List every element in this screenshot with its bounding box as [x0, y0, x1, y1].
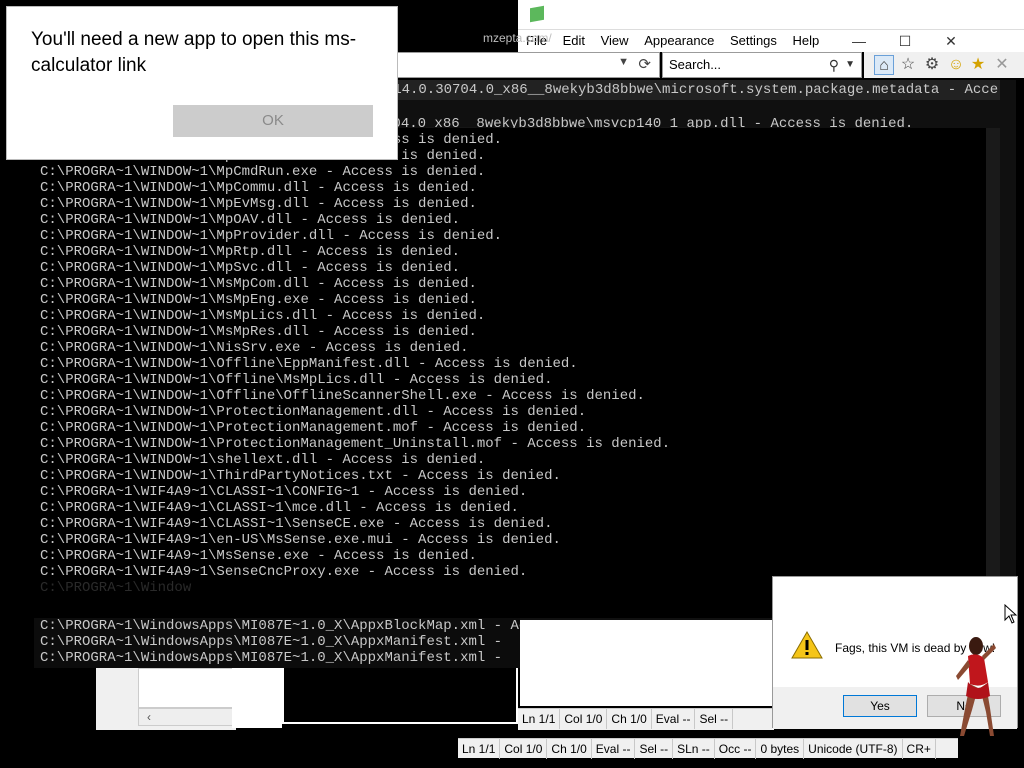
search-input[interactable]: Search... ⚲ ▼: [662, 52, 862, 78]
dialog-message: You'll need a new app to open this ms-ca…: [31, 29, 357, 76]
console-output: C:\PROGRA~1\WINDOW~1\MpAzSubmit.dll - Ac…: [40, 132, 1000, 596]
dancing-figure-image: [956, 637, 996, 736]
console-line: C:\PROGRA~1\WINDOW~1\MsMpEng.exe - Acces…: [40, 292, 477, 308]
secondary-console-output: C:\PROGRA~1\WindowsApps\MI087E~1.0_X\App…: [34, 618, 520, 666]
console-line: C:\PROGRA~1\WINDOW~1\Offline\OfflineScan…: [40, 388, 645, 404]
console-line: C:\PROGRA~1\WINDOW~1\MsMpCom.dll - Acces…: [40, 276, 477, 292]
status-occ: Occ --: [715, 739, 757, 759]
status-sln: SLn --: [673, 739, 715, 759]
status-eol: CR+: [903, 739, 936, 759]
menu-settings[interactable]: Settings: [730, 30, 777, 52]
console-line: C:\PROGRA~1\WINDOW~1\MpCmdRun.exe - Acce…: [40, 164, 486, 180]
minimize-button[interactable]: —: [836, 30, 882, 52]
console-line: C:\PROGRA~1\WIF4A9~1\CLASSI~1\SenseCE.ex…: [40, 516, 553, 532]
console-line: C:\PROGRA~1\WIF4A9~1\CLASSI~1\CONFIG~1 -…: [40, 484, 528, 500]
console-scrollbar[interactable]: [986, 128, 1000, 618]
warning-icon: [791, 631, 823, 659]
console-line: C:\PROGRA~1\WINDOW~1\MpProvider.dll - Ac…: [40, 228, 503, 244]
maximize-button[interactable]: ☐: [882, 30, 928, 52]
secondary-console[interactable]: C:\PROGRA~1\WindowsApps\MI087E~1.0_X\App…: [34, 618, 520, 668]
status-line: Ln 1/1: [518, 709, 561, 729]
smiley-icon[interactable]: ☺: [946, 55, 966, 75]
close-button[interactable]: ✕: [928, 30, 974, 52]
secondary-console-line: C:\PROGRA~1\WindowsApps\MI087E~1.0_X\App…: [40, 634, 503, 650]
browser-toolbar: ⌂ ☆ ⚙ ☺ ★ ✕: [864, 52, 1024, 78]
status-encoding: Unicode (UTF-8): [804, 739, 903, 759]
console-line: C:\PROGRA~1\WINDOW~1\Offline\EppManifest…: [40, 356, 578, 372]
editor-content-area: [520, 620, 774, 706]
mouse-cursor-icon: [1004, 604, 1018, 624]
search-icon[interactable]: ⚲: [829, 53, 839, 77]
console-line: C:\PROGRA~1\WINDOW~1\MpOAV.dll - Access …: [40, 212, 461, 228]
menu-help[interactable]: Help: [793, 30, 820, 52]
console-line: C:\PROGRA~1\WINDOW~1\ProtectionManagemen…: [40, 404, 587, 420]
star-icon[interactable]: ★: [968, 55, 988, 75]
menu-view[interactable]: View: [601, 30, 629, 52]
console-line: C:\PROGRA~1\WIF4A9~1\MsSense.exe - Acces…: [40, 548, 477, 564]
console-line: C:\PROGRA~1\WINDOW~1\MpRtp.dll - Access …: [40, 244, 461, 260]
favorites-star-icon[interactable]: ☆: [898, 55, 918, 75]
dropdown-arrow-icon[interactable]: ▼: [618, 56, 629, 68]
editor-status-bar: Ln 1/1 Col 1/0 Ch 1/0 Eval -- Sel --: [518, 708, 774, 730]
address-bar[interactable]: mzepta.com/ ▼ ⟳: [396, 31, 660, 78]
gear-icon[interactable]: ⚙: [922, 55, 942, 75]
console-window[interactable]: C:\PROGRA~1\WINDOW~1\MpAzSubmit.dll - Ac…: [34, 128, 1000, 618]
status-bar: Ln 1/1 Col 1/0 Ch 1/0 Eval -- Sel -- SLn -- Oc…: [458, 738, 958, 759]
menu-edit[interactable]: Edit: [563, 30, 585, 52]
app-icon: [530, 5, 544, 23]
console-line: C:\PROGRA~1\WINDOW~1\Offline\MsMpLics.dl…: [40, 372, 553, 388]
status-eval: Eval --: [592, 739, 636, 759]
status-eval: Eval --: [652, 709, 696, 729]
small-window[interactable]: ‹: [96, 668, 236, 730]
message-box-titlebar[interactable]: [773, 577, 1017, 619]
console-line: C:\PROGRA~1\WIF4A9~1\CLASSI~1\mce.dll - …: [40, 500, 519, 516]
scroll-left-button[interactable]: ‹: [138, 708, 234, 726]
black-panel: [282, 668, 518, 724]
status-bytes: 0 bytes: [756, 739, 805, 759]
console-line: C:\PROGRA~1\WINDOW~1\MsMpRes.dll - Acces…: [40, 324, 477, 340]
search-dropdown-icon[interactable]: ▼: [845, 53, 855, 77]
editor-titlebar[interactable]: [518, 0, 1024, 30]
ok-button[interactable]: OK: [173, 105, 373, 137]
console-line: C:\PROGRA~1\WINDOW~1\NisSrv.exe - Access…: [40, 340, 469, 356]
console-line: C:\PROGRA~1\WINDOW~1\ProtectionManagemen…: [40, 436, 671, 452]
secondary-console-line: C:\PROGRA~1\WindowsApps\MI087E~1.0_X\App…: [40, 650, 503, 666]
console-line: C:\PROGRA~1\WINDOW~1\ThirdPartyNotices.t…: [40, 468, 561, 484]
close-tab-icon[interactable]: ✕: [992, 55, 1012, 75]
console-line: C:\PROGRA~1\WINDOW~1\shellext.dll - Acce…: [40, 452, 486, 468]
status-sel: Sel --: [635, 739, 674, 759]
console-line: C:\PROGRA~1\WINDOW~1\MpCommu.dll - Acces…: [40, 180, 477, 196]
console-line: C:\PROGRA~1\WINDOW~1\MsMpLics.dll - Acce…: [40, 308, 486, 324]
console-line: C:\PROGRA~1\WINDOW~1\ProtectionManagemen…: [40, 420, 587, 436]
console-line: C:\PROGRA~1\WIF4A9~1\en-US\MsSense.exe.m…: [40, 532, 561, 548]
status-sel: Sel --: [695, 709, 734, 729]
small-window-content: [138, 668, 234, 708]
status-col: Col 1/0: [560, 709, 608, 729]
console-line: C:\PROGRA~1\WINDOW~1\MpSvc.dll - Access …: [40, 260, 461, 276]
menu-appearance[interactable]: Appearance: [644, 30, 714, 52]
status-ch: Ch 1/0: [607, 709, 652, 729]
yes-button[interactable]: Yes: [843, 695, 917, 717]
secondary-console-line: C:\PROGRA~1\WindowsApps\MI087E~1.0_X\App…: [40, 618, 520, 634]
url-text: mzepta.com/: [483, 31, 552, 45]
console-line: C:\PROGRA~1\WINDOW~1\MpEvMsg.dll - Acces…: [40, 196, 477, 212]
status-ch: Ch 1/0: [547, 739, 592, 759]
open-with-dialog[interactable]: You'll need a new app to open this ms-ca…: [6, 6, 398, 160]
status-col: Col 1/0: [500, 739, 548, 759]
search-placeholder: Search...: [669, 57, 722, 72]
refresh-icon[interactable]: ⟳: [638, 55, 651, 73]
white-panel: [232, 668, 282, 728]
status-line: Ln 1/1: [458, 739, 501, 759]
home-icon[interactable]: ⌂: [874, 55, 894, 75]
